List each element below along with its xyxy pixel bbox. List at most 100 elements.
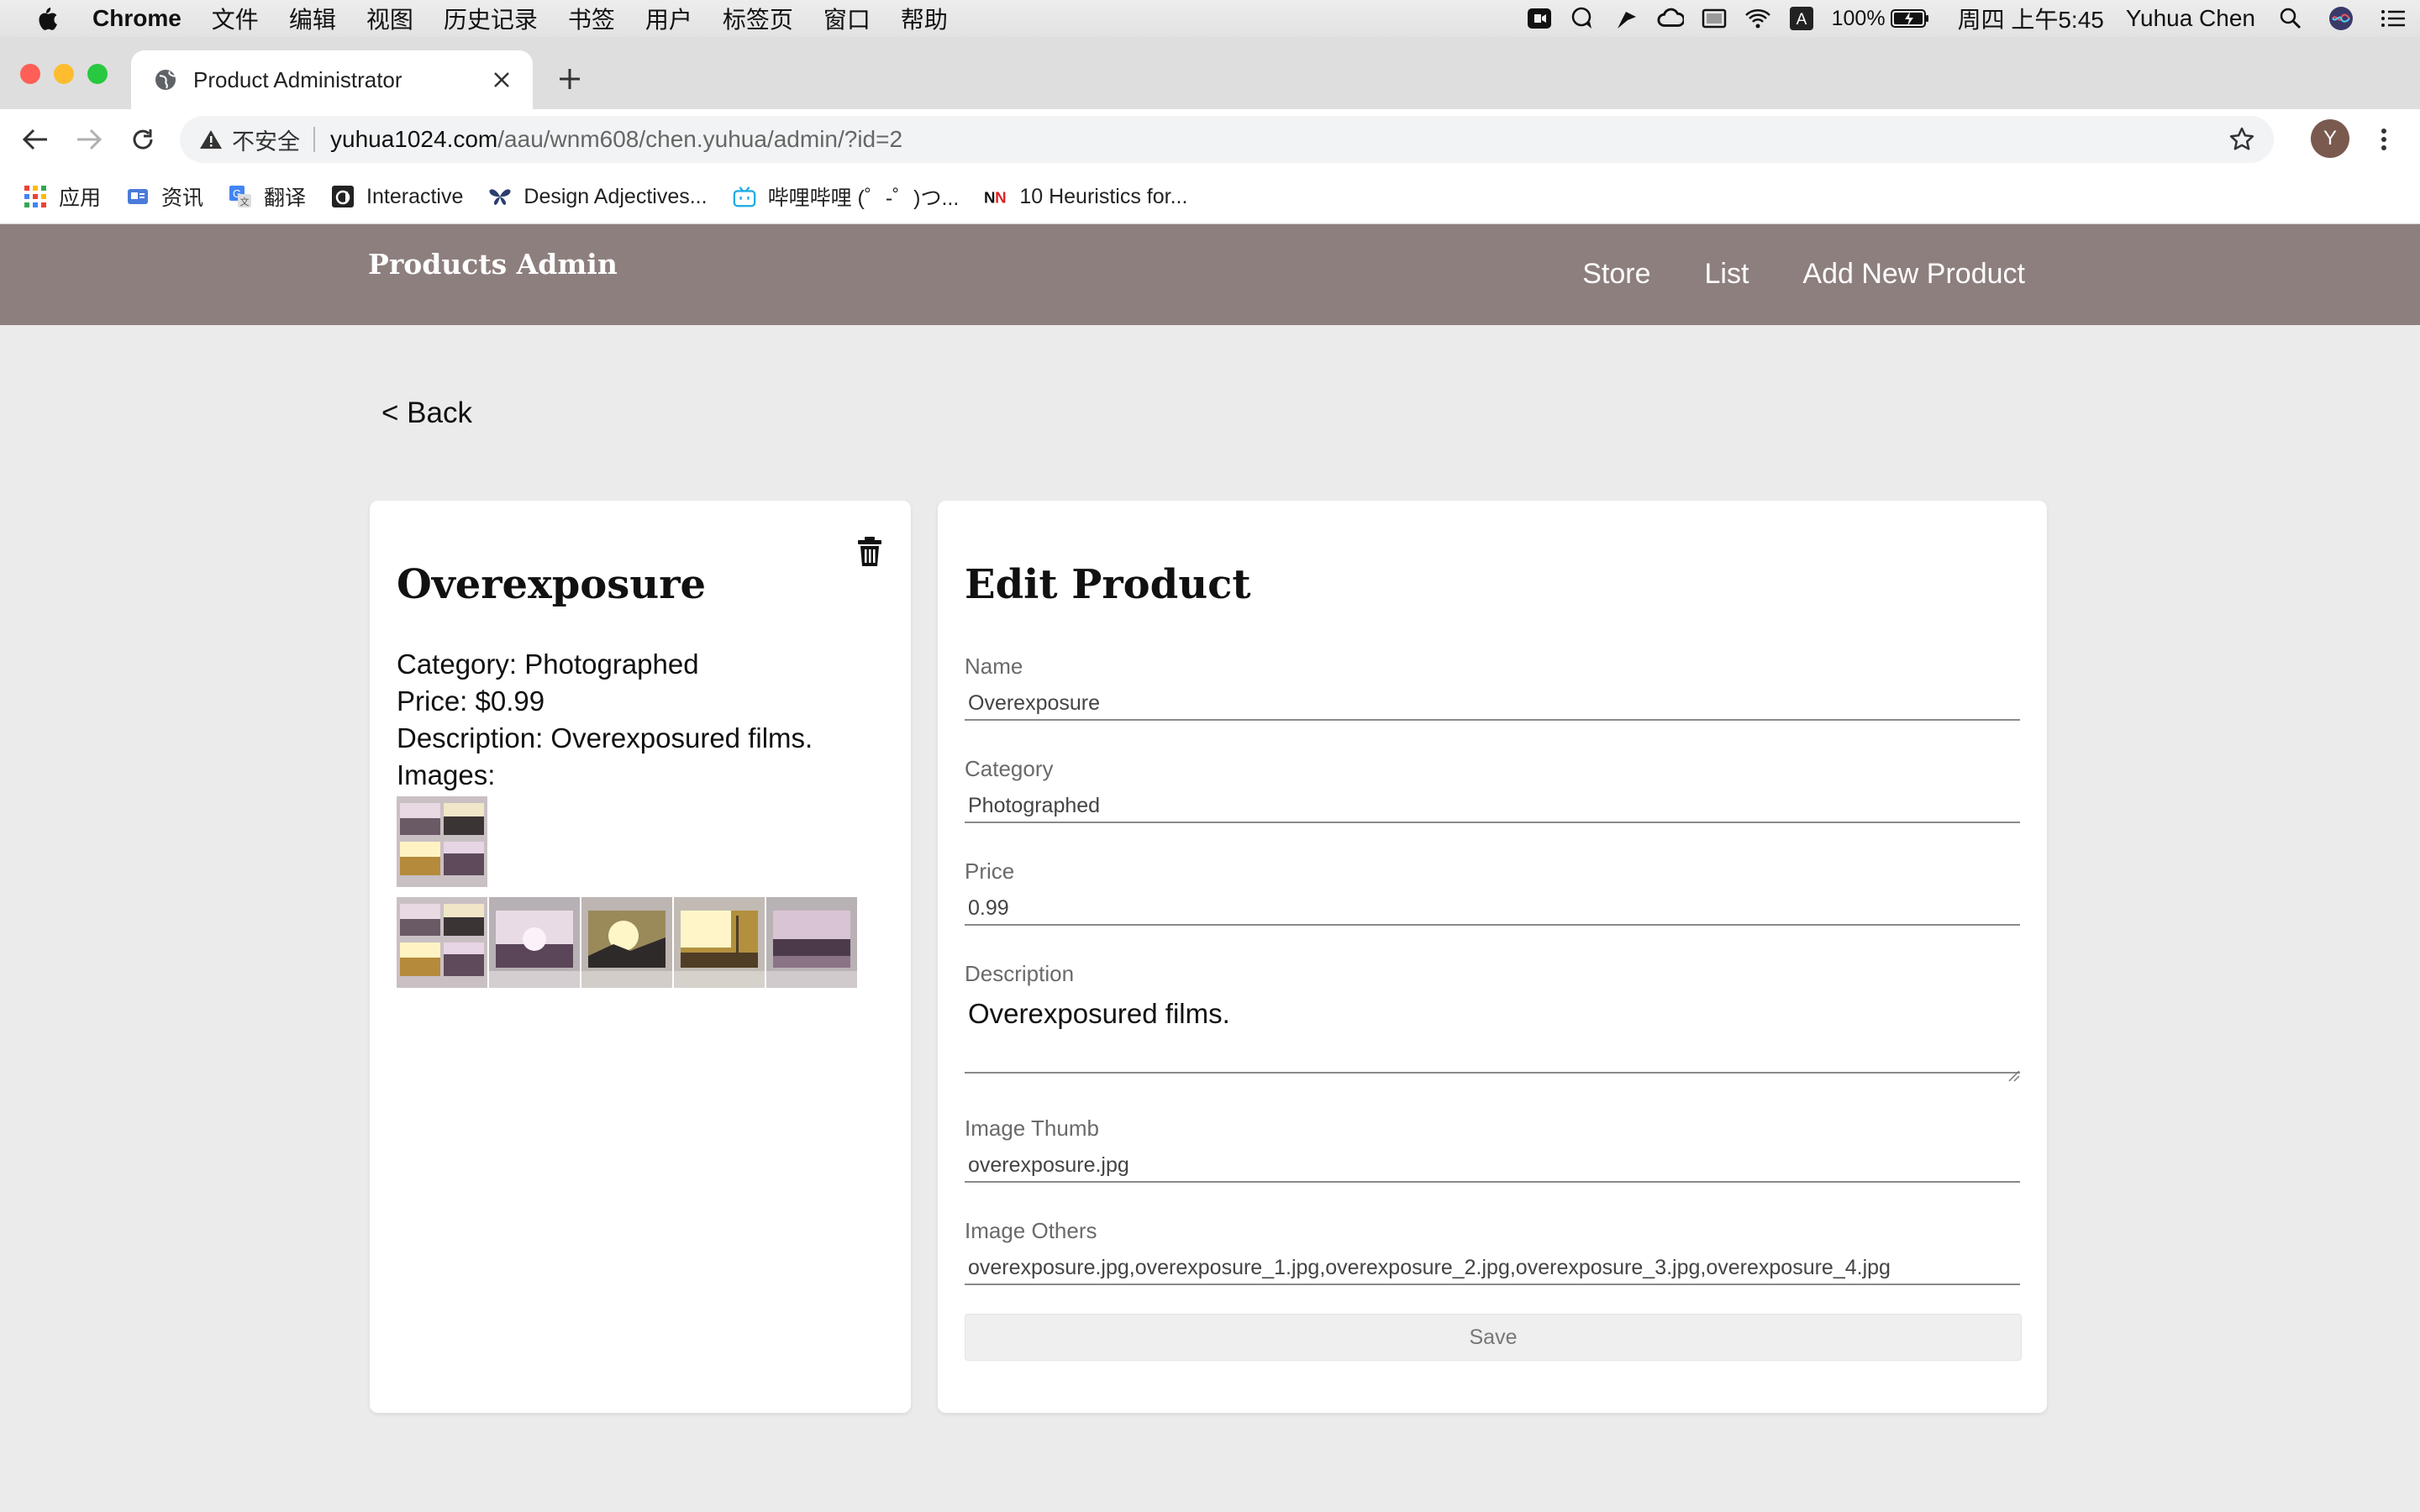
svg-text:N: N [995,188,1006,206]
bookmark-label: 10 Heuristics for... [1019,184,1188,208]
menu-bookmarks[interactable]: 书签 [568,2,615,35]
bookmark-design-adjectives[interactable]: Design Adjectives... [488,185,708,209]
apple-icon[interactable] [34,4,59,33]
minimize-window-button[interactable] [54,64,74,84]
bookmarks-bar: 应用 资讯 G文 翻译 Interactive Design Adjective… [0,170,2420,224]
bookmark-news[interactable]: 资讯 [126,181,203,212]
display-icon[interactable] [1701,6,1728,31]
omnibox-separator [313,127,315,152]
keyboard-input-icon[interactable]: A [1788,6,1815,31]
zoom-window-button[interactable] [87,64,108,84]
trash-icon[interactable] [855,536,884,568]
menu-file[interactable]: 文件 [212,2,259,35]
description-field[interactable]: Overexposured films. [965,995,2020,1082]
interactive-icon [331,185,355,208]
edit-product-form: Edit Product Name Category Price Descrip… [938,501,2047,1413]
chat-icon[interactable] [1570,6,1597,31]
close-tab-icon[interactable] [487,66,516,94]
nn-icon: NN [984,185,1007,208]
tab-product-administrator[interactable]: Product Administrator [131,50,533,109]
bookmark-interactive[interactable]: Interactive [331,185,463,209]
back-link[interactable]: < Back [381,396,472,430]
product-category-line: Category: Photographed [397,648,699,680]
browser-toolbar: 不安全 yuhua1024.com/aau/wnm608/chen.yuhua/… [0,109,2420,170]
app-menu-chrome[interactable]: Chrome [92,5,182,32]
url-text[interactable]: yuhua1024.com/aau/wnm608/chen.yuhua/admi… [330,126,902,153]
edit-product-heading: Edit Product [965,561,1251,608]
image-others-label: Image Others [965,1218,1097,1243]
image-others-field[interactable] [965,1252,2020,1285]
siri-icon[interactable] [2328,6,2354,31]
battery-percent: 100% [1831,6,1886,30]
not-secure-label[interactable]: 不安全 [232,123,300,156]
bookmark-label: 资讯 [161,186,204,210]
menu-help[interactable]: 帮助 [901,2,948,35]
battery-icon[interactable] [1890,6,1929,31]
site-brand[interactable]: Products Admin [368,248,618,281]
image-thumb-field[interactable] [965,1149,2020,1183]
resize-handle-icon[interactable] [2007,1057,2020,1082]
nav-list-link[interactable]: List [1704,258,1749,291]
gallery-image [489,897,580,988]
product-description-line: Description: Overexposured films. [397,722,813,753]
flag-icon[interactable] [1613,6,1640,31]
product-thumbnail-image [397,796,487,887]
description-text: Overexposured films. [968,998,1230,1029]
new-tab-button[interactable] [553,62,587,96]
tab-title: Product Administrator [193,66,402,92]
spotlight-icon[interactable] [2277,6,2304,31]
close-window-button[interactable] [20,64,40,84]
creative-cloud-icon[interactable] [1657,6,1684,31]
bookmark-bilibili[interactable]: 哔哩哔哩 (゜-゜)つ... [733,181,959,212]
name-field[interactable] [965,687,2020,721]
apps-grid-icon [24,185,47,208]
warning-icon[interactable] [198,127,224,152]
product-price-line: Price: $0.99 [397,685,545,717]
description-label: Description [965,961,1075,986]
more-menu-icon[interactable] [2371,123,2396,156]
image-thumb-label: Image Thumb [965,1116,1099,1141]
globe-icon [153,67,178,92]
wifi-icon[interactable] [1744,6,1771,31]
menu-view[interactable]: 视图 [366,2,413,35]
bookmark-apps[interactable]: 应用 [24,181,101,212]
svg-text:N: N [984,188,995,206]
menu-edit[interactable]: 编辑 [289,2,336,35]
video-icon[interactable] [1526,6,1553,31]
forward-arrow-icon[interactable] [72,123,106,156]
product-name-heading: Overexposure [397,561,707,608]
bilibili-icon [733,185,756,208]
macos-menu-bar: Chrome 文件 编辑 视图 历史记录 书签 用户 标签页 窗口 帮助 A 1… [0,0,2420,37]
profile-avatar[interactable]: Y [2311,119,2349,158]
menu-window[interactable]: 窗口 [823,2,871,35]
product-images-label: Images: [397,759,496,790]
user-name[interactable]: Yuhua Chen [2126,5,2255,32]
url-host: yuhua1024.com [330,126,498,152]
site-header: Products Admin Store List Add New Produc… [0,224,2420,325]
gallery-image [397,897,487,988]
bookmark-heuristics[interactable]: NN 10 Heuristics for... [984,185,1187,209]
nav-store-link[interactable]: Store [1582,258,1650,291]
clock[interactable]: 周四 上午5:45 [1958,2,2104,35]
nav-add-new-product-link[interactable]: Add New Product [1802,258,2025,291]
bookmark-label: Interactive [366,184,464,208]
save-button[interactable]: Save [965,1314,2022,1361]
address-bar[interactable]: 不安全 yuhua1024.com/aau/wnm608/chen.yuhua/… [180,116,2274,163]
menu-history[interactable]: 历史记录 [444,2,538,35]
svg-text:文: 文 [240,196,250,207]
tab-strip: Product Administrator [0,37,2420,109]
back-arrow-icon[interactable] [18,123,52,156]
reload-icon[interactable] [126,123,160,156]
bookmark-translate[interactable]: G文 翻译 [229,181,306,212]
bookmark-star-icon[interactable] [2228,126,2255,153]
menu-people[interactable]: 用户 [645,2,692,35]
gallery-image [581,897,672,988]
price-field[interactable] [965,892,2020,926]
site-nav: Store List Add New Product [1528,258,2025,291]
price-label: Price [965,858,1015,884]
menu-tab[interactable]: 标签页 [723,2,793,35]
category-field[interactable] [965,790,2020,823]
bookmark-label: 翻译 [264,186,307,210]
translate-icon: G文 [229,185,252,208]
list-icon[interactable] [2380,6,2407,31]
